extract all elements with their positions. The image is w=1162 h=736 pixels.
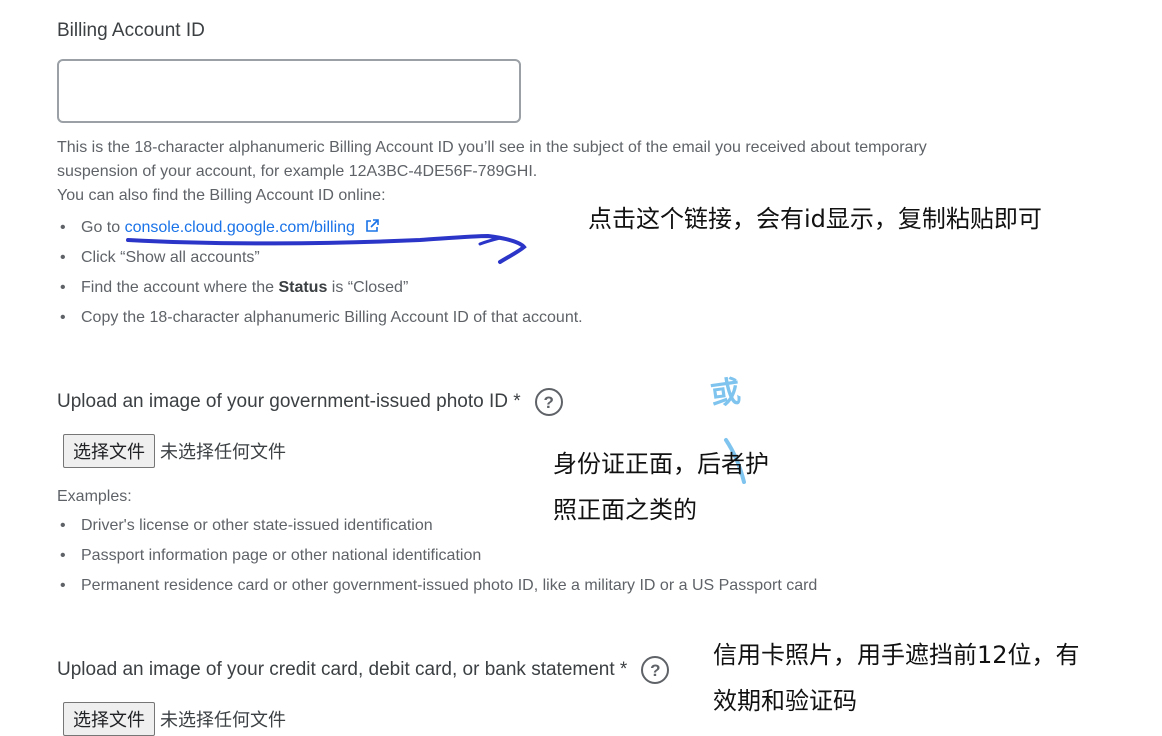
card-annotation-line1: 信用卡照片，用手遮挡前12位，有: [713, 641, 1080, 669]
link-arrow-tail: [478, 236, 502, 246]
pen-annotations: [126, 233, 746, 484]
card-annotation-line2: 效期和验证码: [713, 687, 857, 715]
or-annotation: 或: [708, 374, 743, 413]
link-annotation: 点击这个链接，会有id显示，复制粘贴即可: [588, 205, 1042, 233]
id-annotation-line2: 照正面之类的: [553, 496, 697, 524]
id-annotation-line1: 身份证正面，后者护: [553, 450, 769, 478]
link-underline-arrow: [126, 233, 527, 264]
